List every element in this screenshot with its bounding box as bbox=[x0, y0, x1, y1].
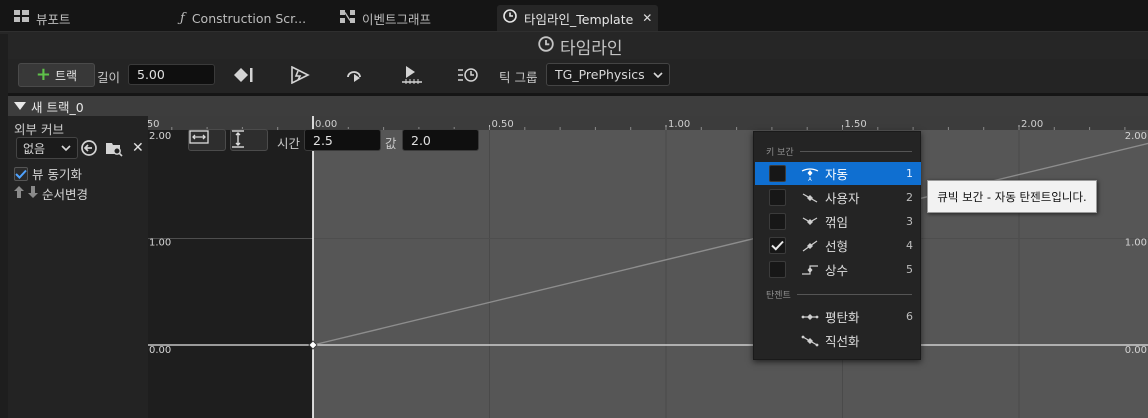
value-input[interactable]: 2.0 bbox=[402, 129, 479, 151]
browse-folder-icon[interactable] bbox=[105, 139, 123, 160]
left-edge-strip bbox=[0, 34, 8, 418]
external-curve-dropdown[interactable]: 없음 bbox=[16, 137, 78, 159]
autoplay-icon[interactable] bbox=[287, 62, 313, 88]
grid-icon bbox=[14, 10, 29, 26]
sync-view-checkbox[interactable] bbox=[14, 166, 28, 181]
interp-auto-icon: A bbox=[800, 167, 820, 183]
add-track-label: 트랙 bbox=[55, 68, 78, 83]
value-axis-label-right: 1.00 bbox=[1125, 238, 1147, 249]
linear-checkbox[interactable] bbox=[769, 237, 786, 254]
tab-label: 이벤트그래프 bbox=[362, 11, 432, 27]
menu-item-break[interactable]: 꺾임 3 bbox=[755, 210, 921, 233]
value-axis-label-left: 0.00 bbox=[149, 345, 171, 356]
clock-icon bbox=[538, 36, 554, 57]
zoom-to-fit-vertical-button[interactable] bbox=[230, 129, 268, 151]
tick-group-label: 틱 그룹 bbox=[499, 70, 538, 85]
plus-icon: + bbox=[35, 64, 51, 85]
clear-icon[interactable]: ✕ bbox=[132, 140, 144, 156]
value-label: 값 bbox=[385, 136, 397, 151]
ruler-tick-label: -0.50 bbox=[148, 119, 159, 130]
close-icon[interactable]: ✕ bbox=[642, 11, 652, 25]
curve-graph-canvas[interactable]: -0.500.000.501.001.502.002.503.003.504.0… bbox=[148, 116, 1148, 418]
tick-group-dropdown[interactable]: TG_PrePhysics bbox=[546, 63, 670, 86]
menu-item-user[interactable]: 사용자 2 bbox=[755, 186, 921, 209]
length-input[interactable]: 5.00 bbox=[128, 64, 215, 85]
value-axis-label-right: 0.00 bbox=[1125, 345, 1147, 356]
track-header[interactable]: 새 트랙_0 bbox=[8, 96, 1148, 116]
graph-icon bbox=[340, 9, 355, 27]
menu-item-auto[interactable]: A 자동 1 bbox=[755, 162, 921, 185]
add-track-button[interactable]: + 트랙 bbox=[18, 63, 95, 87]
constant-checkbox[interactable] bbox=[769, 261, 786, 278]
track-name: 새 트랙_0 bbox=[31, 99, 84, 115]
menu-item-flatten[interactable]: 평탄화 6 bbox=[755, 305, 921, 328]
tangent-section-header: 탄젠트 bbox=[766, 288, 912, 301]
menu-item-linear[interactable]: 선형 4 bbox=[755, 234, 921, 257]
tab-construction-script[interactable]: ƒ Construction Scr... bbox=[180, 5, 306, 31]
negative-time-region bbox=[148, 116, 313, 418]
window-title: 타임라인 bbox=[560, 39, 623, 59]
key-interp-section-header: 키 보간 bbox=[766, 145, 912, 158]
title-bar: 타임라인 bbox=[0, 31, 1148, 59]
flatten-tangent-icon bbox=[800, 310, 820, 324]
sync-view-label: 뷰 동기화 bbox=[32, 167, 82, 182]
tick-group-value: TG_PrePhysics bbox=[555, 67, 645, 82]
interp-constant-icon bbox=[800, 263, 820, 277]
time-input[interactable]: 2.5 bbox=[304, 129, 381, 151]
curve-graph[interactable]: -0.500.000.501.001.502.002.503.003.504.0… bbox=[148, 116, 1148, 418]
ruler-tick-label: 1.50 bbox=[845, 119, 867, 130]
sync-view-row[interactable]: 뷰 동기화 bbox=[14, 164, 82, 183]
reorder-row[interactable]: 순서변경 bbox=[14, 184, 88, 203]
auto-checkbox[interactable] bbox=[769, 165, 786, 182]
ruler-tick-label: 2.00 bbox=[1021, 119, 1043, 130]
external-curve-label: 외부 커브 bbox=[14, 122, 64, 137]
ignore-time-dilation-icon[interactable] bbox=[456, 62, 482, 88]
arrow-up-icon[interactable] bbox=[14, 186, 24, 201]
tab-viewport[interactable]: 뷰포트 bbox=[14, 5, 71, 31]
chevron-down-icon bbox=[61, 141, 71, 155]
tab-bar: 뷰포트 ƒ Construction Scr... 이벤트그래프 타임라인_Te… bbox=[0, 0, 1148, 34]
interp-break-icon bbox=[800, 215, 820, 229]
tab-timeline-template[interactable]: 타임라인_Template ✕ bbox=[497, 5, 659, 31]
reorder-label: 순서변경 bbox=[42, 187, 89, 202]
tab-label: 뷰포트 bbox=[36, 11, 71, 27]
replicated-icon[interactable] bbox=[399, 62, 425, 88]
value-axis-label-right: 2.00 bbox=[1125, 131, 1147, 142]
key-interpolation-menu: 키 보간 A 자동 1 사용자 2 꺾임 3 선형 4 상수 5 탄젠트 평탄화… bbox=[753, 131, 921, 360]
straighten-tangent-icon bbox=[800, 334, 820, 348]
interp-user-icon bbox=[800, 191, 820, 205]
external-curve-value: 없음 bbox=[23, 141, 46, 156]
time-label: 시간 bbox=[277, 136, 301, 151]
chevron-down-icon bbox=[653, 67, 663, 82]
menu-item-constant[interactable]: 상수 5 bbox=[755, 258, 921, 281]
collapse-arrow-icon[interactable] bbox=[14, 102, 26, 110]
use-last-keyframe-icon[interactable] bbox=[231, 62, 257, 88]
function-icon: ƒ bbox=[180, 10, 185, 26]
clock-icon bbox=[503, 9, 517, 27]
interp-linear-icon bbox=[800, 239, 820, 253]
value-axis-label-left: 1.00 bbox=[149, 238, 171, 249]
arrow-down-icon[interactable] bbox=[28, 186, 38, 201]
tab-label: Construction Scr... bbox=[191, 10, 307, 26]
tab-event-graph[interactable]: 이벤트그래프 bbox=[340, 5, 431, 31]
break-checkbox[interactable] bbox=[769, 213, 786, 230]
page-title: 타임라인 bbox=[538, 34, 623, 59]
svg-text:A: A bbox=[808, 177, 812, 181]
tab-label: 타임라인_Template bbox=[524, 11, 634, 27]
tooltip: 큐빅 보간 - 자동 탄젠트입니다. bbox=[927, 180, 1097, 213]
value-axis-label-left: 2.00 bbox=[149, 131, 171, 142]
user-checkbox[interactable] bbox=[769, 189, 786, 206]
zoom-to-fit-horizontal-button[interactable] bbox=[188, 129, 226, 151]
use-selected-asset-icon[interactable] bbox=[80, 139, 98, 160]
length-label: 길이 bbox=[97, 70, 121, 85]
ruler-tick-label: 1.00 bbox=[668, 119, 690, 130]
ruler-tick-label: 0.50 bbox=[492, 119, 514, 130]
menu-item-straighten[interactable]: 직선화 bbox=[755, 329, 921, 352]
track-options-panel: 외부 커브 없음 ✕ 뷰 동기화 순서변경 bbox=[8, 116, 148, 418]
time-ruler bbox=[148, 116, 1148, 130]
loop-icon[interactable] bbox=[343, 62, 369, 88]
timeline-toolbar: + 트랙 길이 5.00 틱 그룹 TG_PrePhysics bbox=[8, 59, 1148, 93]
